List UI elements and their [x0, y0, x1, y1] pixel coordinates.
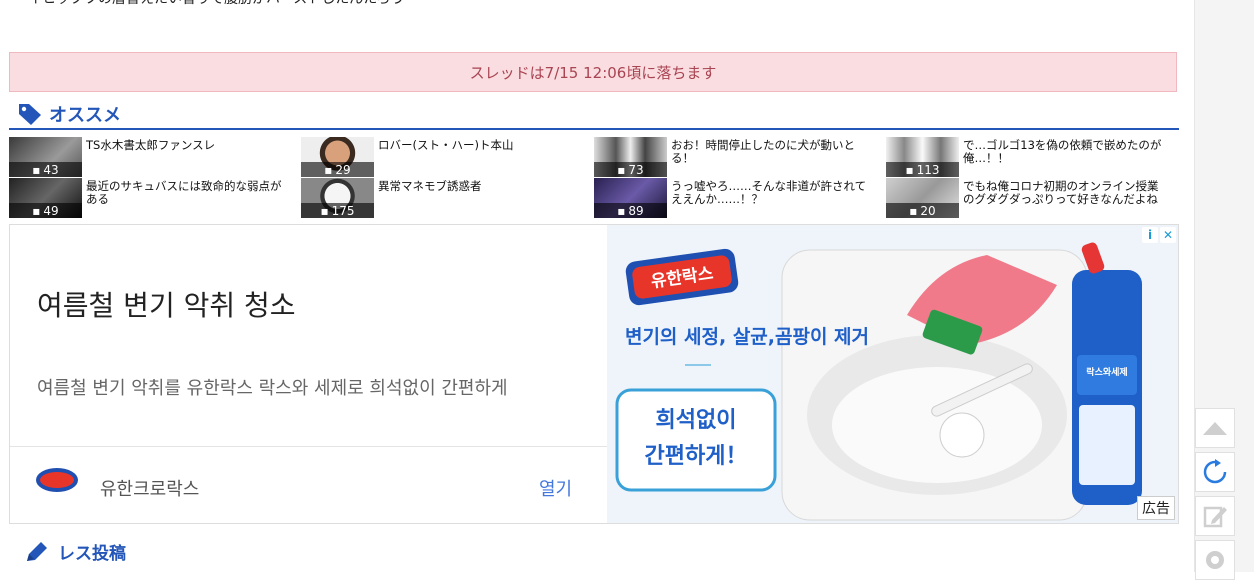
recommend-item-title[interactable]: おお！時間停止したのに犬が動いとる！: [671, 139, 876, 165]
comment-count: 29: [335, 162, 351, 177]
edit-button[interactable]: [1195, 496, 1235, 536]
ad-image-callout-2: 간편하게！: [645, 444, 748, 469]
comment-count: 43: [43, 162, 59, 177]
recommend-item[interactable]: ▪ 43 TS水木書太郎ファンスレ: [9, 137, 299, 177]
ad-illustration: 유한락스 변기의 세정, 살균,곰팡이 제거 희석없이 간편하게！ 락스와세제: [607, 225, 1178, 523]
thread-thumbnail: ▪ 73: [594, 137, 667, 177]
comment-icon: ▪: [32, 162, 41, 177]
ad-headline[interactable]: 여름철 변기 악취 청소: [37, 284, 296, 324]
thread-thumbnail: ▪ 175: [301, 178, 374, 218]
ad-image-tagline: 변기의 세정, 살균,곰팡이 제거: [625, 326, 869, 348]
ad-bottle-text: 락스와세제: [1086, 366, 1127, 378]
advertiser-logo-icon: [36, 468, 78, 492]
comment-icon: ▪: [909, 203, 918, 218]
thread-thumbnail: ▪ 29: [301, 137, 374, 177]
thread-thumbnail: ▪ 43: [9, 137, 82, 177]
thread-thumbnail: ▪ 89: [594, 178, 667, 218]
comment-icon: ▪: [617, 203, 626, 218]
ad-label: 広告: [1137, 496, 1175, 520]
advertisement[interactable]: 여름철 변기 악취 청소 여름철 변기 악취를 유한락스 락스와 세제로 희석없…: [9, 224, 1179, 524]
reload-button[interactable]: [1195, 452, 1235, 492]
refresh-icon: [1203, 459, 1227, 484]
comment-count: 20: [920, 203, 936, 218]
comment-icon: ▪: [32, 203, 41, 218]
comment-count: 113: [916, 162, 940, 177]
ad-footer: 유한크로락스 열기: [10, 447, 607, 523]
recommend-item[interactable]: ▪ 49 最近のサキュバスには致命的な弱点がある: [9, 178, 299, 218]
recommend-title: オススメ: [49, 105, 121, 126]
recommend-item-title[interactable]: ロバー(スト・ハー)ト本山: [378, 139, 583, 152]
post-title: レス投稿: [58, 544, 126, 564]
recommend-item[interactable]: ▪ 29 ロバー(スト・ハー)ト本山: [301, 137, 591, 177]
thread-expiry-notice: スレッドは7/15 12:06頃に落ちます: [9, 52, 1177, 92]
recommend-item[interactable]: ▪ 73 おお！時間停止したのに犬が動いとる！: [594, 137, 884, 177]
tag-icon: [19, 104, 41, 125]
recommend-item-title[interactable]: TS水木書太郎ファンスレ: [86, 139, 291, 152]
ad-image[interactable]: 유한락스 변기의 세정, 살균,곰팡이 제거 희석없이 간편하게！ 락스와세제 …: [607, 225, 1178, 523]
recommend-item[interactable]: ▪ 20 でもね俺コロナ初期のオンライン授業のグダグダっぷりって好きなんだよね: [886, 178, 1176, 218]
previous-post-text: イヒックツの層替えたい智りで腹肪かハーストしたんたろう: [28, 0, 404, 8]
ad-description[interactable]: 여름철 변기 악취를 유한락스 락스와 세제로 희석없이 간편하게: [37, 374, 508, 400]
post-header: レス投稿: [24, 539, 126, 564]
comment-icon: ▪: [324, 162, 333, 177]
recommend-item[interactable]: ▪ 113 で…ゴルゴ13を偽の依頼で嵌めたのが俺…！！: [886, 137, 1176, 177]
comment-count: 175: [331, 203, 355, 218]
recommend-item[interactable]: ▪ 89 うっ嘘やろ……そんな非道が許されてええんか……！？: [594, 178, 884, 218]
comment-count: 49: [43, 203, 59, 218]
ad-advertiser: 유한크로락스: [100, 479, 200, 500]
recommend-item-title[interactable]: うっ嘘やろ……そんな非道が許されてええんか……！？: [671, 180, 876, 206]
info-icon[interactable]: i: [1142, 227, 1158, 243]
recommend-header: オススメ: [17, 101, 121, 127]
recommend-item[interactable]: ▪ 175 異常マネモブ誘惑者: [301, 178, 591, 218]
recommend-item-title[interactable]: 異常マネモブ誘惑者: [378, 180, 583, 193]
settings-button[interactable]: [1195, 540, 1235, 580]
comment-count: 89: [628, 203, 644, 218]
thread-thumbnail: ▪ 49: [9, 178, 82, 218]
ad-image-callout-1: 희석없이: [656, 408, 737, 433]
recommend-item-title[interactable]: でもね俺コロナ初期のオンライン授業のグダグダっぷりって好きなんだよね: [963, 180, 1168, 206]
pencil-icon: [27, 541, 47, 561]
thread-thumbnail: ▪ 113: [886, 137, 959, 177]
close-icon[interactable]: ✕: [1160, 227, 1176, 243]
comment-icon: ▪: [905, 162, 914, 177]
thread-expiry-text: スレッドは7/15 12:06頃に落ちます: [469, 63, 717, 82]
comment-count: 73: [628, 162, 644, 177]
main-content: イヒックツの層替えたい智りで腹肪かハーストしたんたろう スレッドは7/15 12…: [0, 0, 1194, 572]
recommend-list: ▪ 43 TS水木書太郎ファンスレ ▪ 49 最近のサキュバスには致命的な弱点がある…: [9, 137, 1179, 219]
section-divider: [9, 128, 1179, 130]
edit-icon: [1203, 506, 1227, 528]
gear-icon: [1206, 551, 1224, 569]
thread-thumbnail: ▪ 20: [886, 178, 959, 218]
comment-icon: ▪: [617, 162, 626, 177]
comment-icon: ▪: [320, 203, 329, 218]
chevron-up-icon: [1203, 422, 1227, 435]
recommend-item-title[interactable]: で…ゴルゴ13を偽の依頼で嵌めたのが俺…！！: [963, 139, 1168, 165]
ad-open-button[interactable]: 열기: [539, 475, 572, 501]
recommend-item-title[interactable]: 最近のサキュバスには致命的な弱点がある: [86, 180, 291, 206]
ad-choices[interactable]: i ✕: [1142, 227, 1176, 243]
scroll-top-button[interactable]: [1195, 408, 1235, 448]
